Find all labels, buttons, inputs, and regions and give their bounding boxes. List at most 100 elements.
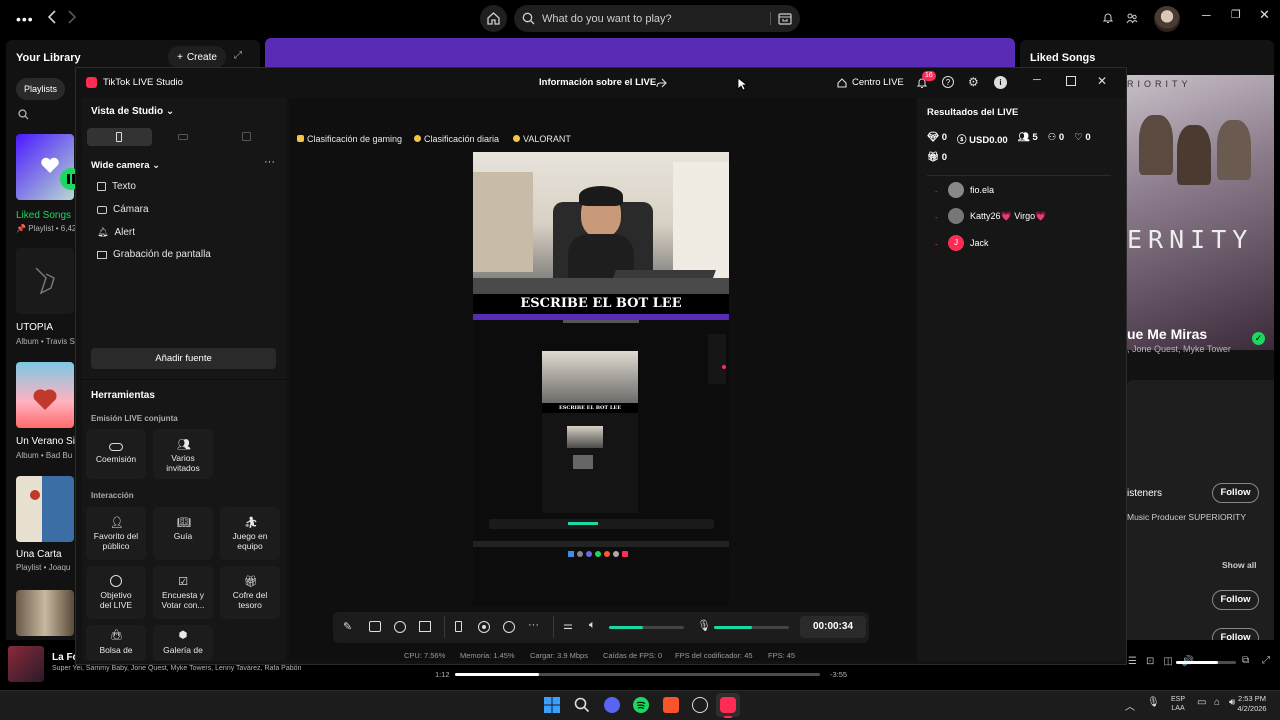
live-goal-tool[interactable]: Objetivo del LIVE xyxy=(86,566,146,619)
tiktok-live-studio-icon[interactable] xyxy=(720,697,736,713)
source-item[interactable]: 🔔︎ Alert xyxy=(97,227,135,238)
help-icon[interactable]: ? xyxy=(942,76,954,88)
team-game-tool[interactable]: ⛹︎ Juego en equipo xyxy=(220,507,280,560)
magic-wand-icon[interactable]: ✎ xyxy=(343,620,352,633)
scene-more-icon[interactable]: ··· xyxy=(264,156,275,168)
guide-tool[interactable]: 📖︎ Guía xyxy=(153,507,213,560)
minimize-icon[interactable]: ─ xyxy=(1202,8,1211,22)
audience-favorite-tool[interactable]: 👤︎ Favorito del público xyxy=(86,507,146,560)
language-indicator[interactable]: ESP LAA xyxy=(1171,695,1185,713)
mic-volume-slider[interactable] xyxy=(714,626,789,629)
add-source-button[interactable]: Añadir fuente xyxy=(91,348,276,369)
effects-icon[interactable] xyxy=(394,621,406,633)
volume-slider[interactable] xyxy=(1176,661,1236,664)
speaker-icon[interactable]: 🔈︎ xyxy=(589,619,596,632)
follow-button[interactable]: Follow xyxy=(1212,483,1259,503)
library-item-cover[interactable] xyxy=(16,362,74,428)
close-icon[interactable]: ✕ xyxy=(1259,7,1270,23)
more-options-icon[interactable]: ••• xyxy=(16,11,34,27)
spotify-icon[interactable] xyxy=(633,697,649,713)
clock[interactable]: 2:53 PM 4/2/2026 xyxy=(1230,694,1274,714)
minimize-icon[interactable]: ─ xyxy=(1033,74,1041,86)
split-layout-icon[interactable] xyxy=(242,132,251,141)
tag-valorant[interactable]: VALORANT xyxy=(513,131,571,146)
discord-icon[interactable] xyxy=(604,697,620,713)
replay-icon[interactable] xyxy=(503,621,515,633)
restore-icon[interactable]: ❐ xyxy=(1231,8,1241,21)
portrait-layout-button[interactable] xyxy=(87,128,152,146)
bell-icon: 🔔︎ xyxy=(97,227,109,237)
coemision-tool[interactable]: Coemisión xyxy=(86,429,146,479)
microphone-icon[interactable]: 🎙︎ xyxy=(697,619,711,632)
tag-daily-ranking[interactable]: Clasificación diaria xyxy=(414,131,499,146)
now-playing-cover[interactable] xyxy=(8,646,44,682)
filter-playlists-chip[interactable]: Playlists xyxy=(16,78,66,100)
now-playing-artists[interactable]: Super Yei, Sammy Baby, Jone Quest, Myke … xyxy=(52,665,301,672)
tray-chevron-up-icon[interactable]: ︿ xyxy=(1125,698,1135,713)
close-icon[interactable]: ✕ xyxy=(1097,74,1107,88)
user-avatar[interactable] xyxy=(1154,6,1180,32)
track-title[interactable]: ue Me Miras xyxy=(1127,326,1207,342)
centro-live-button[interactable]: Centro LIVE xyxy=(852,77,904,88)
taskbar-search-icon[interactable] xyxy=(574,697,590,713)
progress-track[interactable] xyxy=(455,673,820,676)
audio-mixer-icon[interactable]: ⚌ xyxy=(563,619,573,632)
profile-icon[interactable]: i xyxy=(994,76,1007,89)
brave-browser-icon[interactable] xyxy=(663,697,679,713)
network-icon[interactable]: ⌂ xyxy=(1214,697,1220,708)
portrait-icon[interactable] xyxy=(455,621,462,632)
speaker-volume-slider[interactable] xyxy=(609,626,684,629)
bag-tool[interactable]: 👜︎ Bolsa de xyxy=(86,625,146,661)
maximize-icon[interactable] xyxy=(1066,76,1076,86)
multi-guest-tool[interactable]: 👥︎ Varios invitados xyxy=(153,429,213,479)
openai-app-icon[interactable] xyxy=(692,697,708,713)
tag-gaming-ranking[interactable]: Clasificación de gaming xyxy=(297,131,402,146)
library-item[interactable] xyxy=(16,134,82,204)
fullscreen-icon[interactable]: ⤢ xyxy=(1262,655,1270,666)
library-item-cover[interactable] xyxy=(16,248,74,314)
library-item-cover[interactable] xyxy=(16,590,74,636)
studio-view-dropdown[interactable]: Vista de Studio ⌄ xyxy=(91,106,174,117)
studio-left-panel: Vista de Studio ⌄ Wide camera ⌄ ··· Text… xyxy=(82,98,286,661)
stream-preview[interactable]: ESCRIBE EL BOT LEE ESCRIBE EL BOT LEE xyxy=(473,152,729,606)
friends-activity-icon[interactable] xyxy=(1126,12,1138,24)
tools-title: Herramientas xyxy=(91,390,155,401)
landscape-layout-icon[interactable] xyxy=(178,134,188,140)
tray-mic-icon[interactable]: 🎙︎ xyxy=(1147,697,1160,708)
screenshot-icon[interactable] xyxy=(369,621,381,632)
forward-arrow-icon[interactable] xyxy=(66,9,78,25)
home-button[interactable] xyxy=(480,5,507,32)
follow-button[interactable]: Follow xyxy=(1212,590,1259,610)
added-check-icon[interactable]: ✓ xyxy=(1252,332,1265,345)
display-icon[interactable]: ▭ xyxy=(1197,697,1206,708)
search-input[interactable]: What do you want to play? xyxy=(514,5,800,32)
treasure-chest-tool[interactable]: 🎁︎ Cofre del tesoro xyxy=(220,566,280,619)
source-item[interactable]: Texto xyxy=(97,181,136,192)
poll-tool[interactable]: ☑ Encuesta y Votar con... xyxy=(153,566,213,619)
back-arrow-icon[interactable] xyxy=(46,9,58,25)
speaker-volume-fill xyxy=(609,626,643,629)
library-item-cover[interactable] xyxy=(16,476,74,542)
browse-icon[interactable] xyxy=(778,12,792,25)
record-icon[interactable] xyxy=(478,621,490,633)
windows-start-icon[interactable] xyxy=(544,697,560,713)
source-item[interactable]: Grabación de pantalla xyxy=(97,249,211,260)
live-info-title[interactable]: Información sobre el LIVE xyxy=(539,77,656,88)
scene-dropdown[interactable]: Wide camera ⌄ xyxy=(91,160,160,171)
show-all-link[interactable]: Show all xyxy=(1222,560,1256,570)
miniplayer-icon[interactable]: ⧉ xyxy=(1242,655,1249,666)
gems-stat: 💎︎ 0 xyxy=(927,132,947,143)
library-item-subtitle: 📌 Playlist • 6,42 xyxy=(16,224,77,233)
layout-icon[interactable] xyxy=(419,621,431,632)
source-item[interactable]: Cámara xyxy=(97,204,149,215)
track-artists[interactable]: , Jone Quest, Myke Tower xyxy=(1127,344,1231,354)
gallery-tool[interactable]: ⬢ Galería de xyxy=(153,625,213,661)
create-button[interactable]: + Create xyxy=(168,46,226,68)
library-search-icon[interactable] xyxy=(18,109,29,120)
notifications-icon[interactable] xyxy=(1102,12,1114,24)
share-icon[interactable] xyxy=(655,77,667,89)
settings-gear-icon[interactable]: ⚙ xyxy=(968,75,979,89)
expand-icon[interactable]: ⤢ xyxy=(234,50,242,61)
more-icon[interactable]: ··· xyxy=(528,619,539,631)
now-playing-panel-title: Liked Songs xyxy=(1030,52,1096,64)
